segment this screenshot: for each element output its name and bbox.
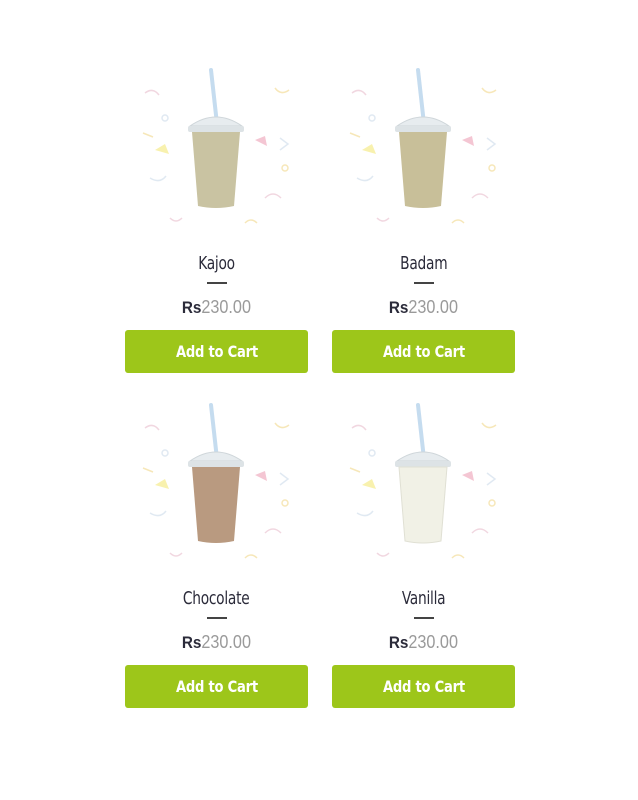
product-card: Kajoo Rs230.00 Add to Cart	[125, 58, 308, 373]
product-card: Badam Rs230.00 Add to Cart	[332, 58, 515, 373]
milkshake-cup-icon	[349, 403, 497, 559]
milkshake-cup-icon	[142, 68, 290, 224]
product-name[interactable]: Kajoo	[198, 252, 235, 276]
product-name[interactable]: Badam	[400, 252, 447, 276]
product-price: Rs230.00	[389, 294, 458, 320]
milkshake-cup-icon	[142, 403, 290, 559]
currency-symbol: Rs	[181, 298, 202, 317]
product-name[interactable]: Vanilla	[402, 587, 446, 611]
divider	[413, 282, 434, 284]
product-price: Rs230.00	[182, 294, 251, 320]
product-price: Rs230.00	[389, 629, 458, 655]
divider	[206, 617, 227, 619]
product-image[interactable]	[332, 393, 515, 573]
divider	[206, 282, 227, 284]
divider	[413, 617, 434, 619]
add-to-cart-button[interactable]: Add to Cart	[332, 330, 515, 373]
product-card: Chocolate Rs230.00 Add to Cart	[125, 393, 308, 708]
product-grid: Kajoo Rs230.00 Add to Cart Badam Rs230.0…	[125, 58, 515, 708]
product-name[interactable]: Chocolate	[183, 587, 250, 611]
product-image[interactable]	[332, 58, 515, 238]
add-to-cart-label: Add to Cart	[175, 677, 258, 696]
price-amount: 230.00	[201, 297, 252, 317]
add-to-cart-button[interactable]: Add to Cart	[125, 665, 308, 708]
milkshake-cup-icon	[349, 68, 497, 224]
product-image[interactable]	[125, 58, 308, 238]
product-image[interactable]	[125, 393, 308, 573]
product-card: Vanilla Rs230.00 Add to Cart	[332, 393, 515, 708]
price-amount: 230.00	[201, 632, 252, 652]
add-to-cart-label: Add to Cart	[382, 342, 465, 361]
add-to-cart-button[interactable]: Add to Cart	[125, 330, 308, 373]
price-amount: 230.00	[408, 297, 459, 317]
currency-symbol: Rs	[181, 633, 202, 652]
product-price: Rs230.00	[182, 629, 251, 655]
price-amount: 230.00	[408, 632, 459, 652]
add-to-cart-label: Add to Cart	[175, 342, 258, 361]
add-to-cart-button[interactable]: Add to Cart	[332, 665, 515, 708]
currency-symbol: Rs	[388, 633, 409, 652]
add-to-cart-label: Add to Cart	[382, 677, 465, 696]
currency-symbol: Rs	[388, 298, 409, 317]
